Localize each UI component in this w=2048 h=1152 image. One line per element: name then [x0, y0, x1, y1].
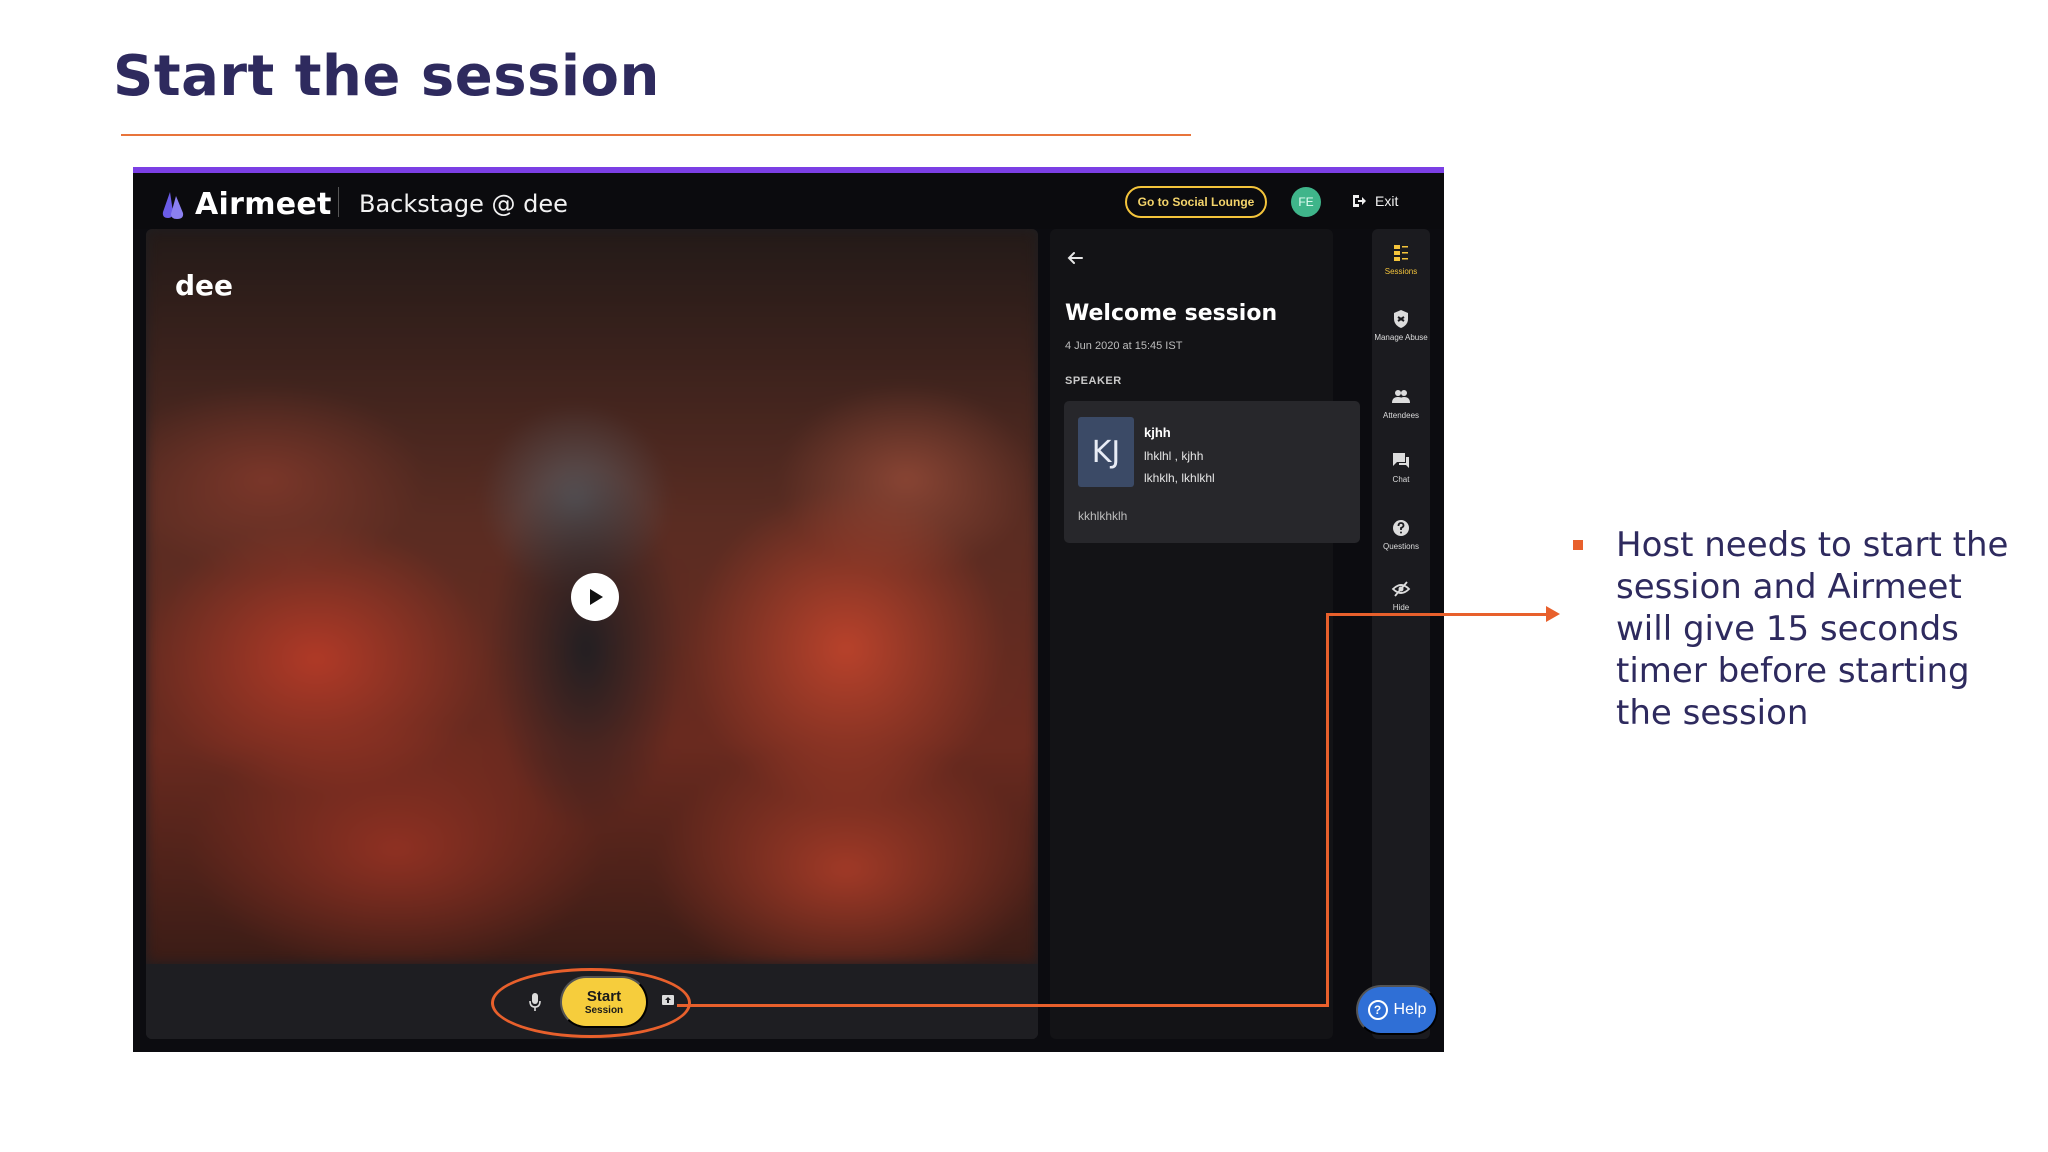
- speaker-detail-1: lhklhl , kjhh: [1144, 449, 1204, 463]
- sidebar-label-questions: Questions: [1382, 542, 1420, 551]
- stage-area: dee Start Session: [146, 229, 1038, 1039]
- speaker-bio: kkhlkhklh: [1078, 509, 1128, 523]
- sidebar-item-chat[interactable]: Chat: [1372, 451, 1430, 485]
- presenter-name: dee: [175, 269, 234, 302]
- session-panel: Welcome session 4 Jun 2020 at 15:45 IST …: [1050, 229, 1360, 1039]
- airmeet-logo[interactable]: Airmeet: [161, 187, 332, 222]
- exit-button[interactable]: Exit: [1351, 193, 1398, 209]
- sidebar-label-manage-abuse: Manage Abuse: [1374, 333, 1428, 342]
- speaker-card[interactable]: KJ kjhh lhklhl , kjhh lkhklh, lkhlkhl kk…: [1064, 401, 1360, 543]
- stage-controls: Start Session: [146, 964, 1038, 1039]
- sidebar-item-hide[interactable]: Hide: [1372, 579, 1430, 613]
- session-title: Welcome session: [1065, 301, 1278, 326]
- connector-arrow-head: [1546, 606, 1560, 622]
- user-avatar[interactable]: FE: [1291, 187, 1321, 217]
- eye-off-icon: [1391, 581, 1411, 597]
- help-button[interactable]: ? Help: [1356, 985, 1438, 1035]
- sidebar-icons: Sessions Manage Abuse Attendees Chat Que…: [1372, 229, 1430, 1039]
- airmeet-logo-icon: [162, 191, 184, 219]
- question-icon: [1393, 520, 1409, 536]
- topbar-divider: [338, 187, 339, 217]
- connector-horizontal-top: [1326, 613, 1548, 616]
- social-lounge-button[interactable]: Go to Social Lounge: [1125, 186, 1267, 218]
- chat-icon: [1393, 453, 1409, 468]
- slide-title: Start the session: [113, 44, 660, 109]
- session-date: 4 Jun 2020 at 15:45 IST: [1065, 340, 1183, 352]
- speaker-avatar: KJ: [1078, 417, 1134, 487]
- back-arrow-icon[interactable]: [1064, 247, 1086, 269]
- brand-name: Airmeet: [195, 187, 332, 222]
- start-highlight-ellipse: [491, 968, 691, 1038]
- speaker-detail-2: lkhklh, lkhlkhl: [1144, 471, 1215, 485]
- sidebar-item-questions[interactable]: Questions: [1372, 518, 1430, 552]
- help-label: Help: [1393, 1001, 1427, 1018]
- airmeet-screenshot: Airmeet Backstage @ dee Go to Social Lou…: [133, 167, 1444, 1052]
- sidebar-label-sessions: Sessions: [1384, 267, 1418, 276]
- exit-icon: [1353, 195, 1366, 207]
- play-icon: [590, 589, 603, 605]
- bullet-marker: [1573, 540, 1583, 550]
- speaker-heading: SPEAKER: [1065, 375, 1122, 387]
- shield-icon: [1394, 310, 1408, 328]
- help-icon: ?: [1367, 1000, 1388, 1020]
- title-underline: [121, 134, 1191, 136]
- play-button[interactable]: [571, 573, 619, 621]
- sidebar-item-sessions[interactable]: Sessions: [1372, 243, 1430, 277]
- sidebar-item-manage-abuse[interactable]: Manage Abuse: [1372, 309, 1430, 343]
- sidebar-label-chat: Chat: [1392, 475, 1410, 484]
- backstage-title: Backstage @ dee: [359, 190, 568, 218]
- speaker-name: kjhh: [1144, 425, 1171, 440]
- exit-label: Exit: [1375, 193, 1399, 209]
- callout-text: Host needs to start the session and Airm…: [1616, 525, 2009, 733]
- sessions-icon: [1394, 245, 1408, 261]
- top-bar: Airmeet Backstage @ dee Go to Social Lou…: [133, 173, 1444, 229]
- sidebar-label-attendees: Attendees: [1382, 411, 1420, 420]
- connector-horizontal-bottom: [677, 1004, 1328, 1007]
- sidebar-label-hide: Hide: [1392, 603, 1410, 612]
- people-icon: [1392, 390, 1410, 403]
- connector-vertical: [1326, 614, 1329, 1007]
- sidebar-item-attendees[interactable]: Attendees: [1372, 387, 1430, 421]
